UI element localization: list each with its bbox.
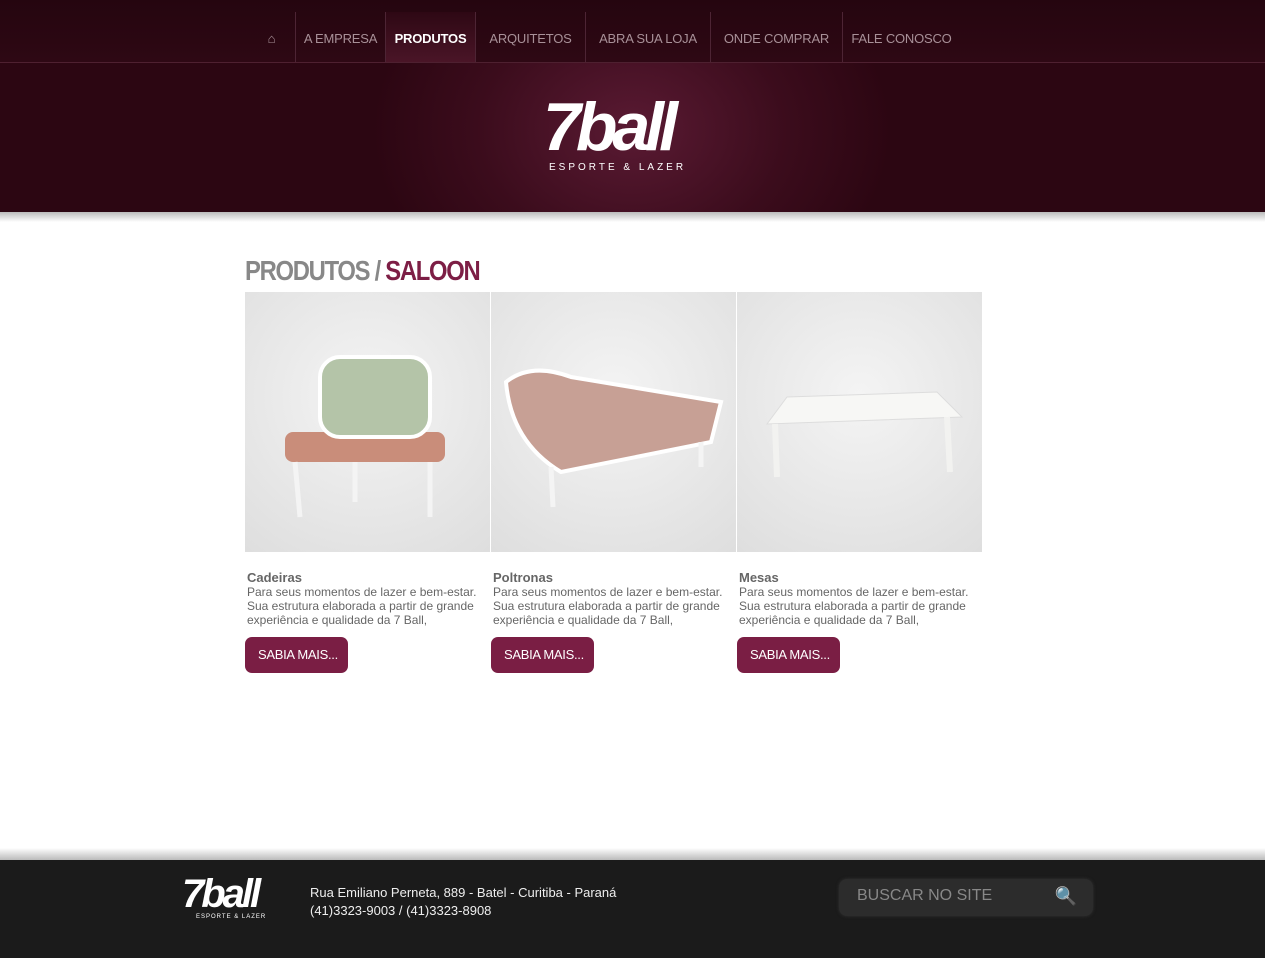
search-input[interactable] bbox=[857, 887, 1047, 905]
product-desc: Para seus momentos de lazer e bem-estar.… bbox=[247, 585, 477, 627]
title-sub: SALOON bbox=[385, 255, 480, 286]
logo[interactable]: 7ball ESPORTE & LAZER bbox=[543, 92, 723, 182]
nav-fale-conosco[interactable]: FALE CONOSCO bbox=[842, 12, 960, 62]
logo-subtitle: ESPORTE & LAZER bbox=[549, 162, 687, 173]
product-image-chair[interactable] bbox=[245, 292, 490, 552]
footer-logo-text: 7ball bbox=[182, 872, 261, 916]
phones: (41)3323-9003 / (41)3323-8908 bbox=[310, 903, 492, 918]
sabia-mais-button[interactable]: SABIA MAIS... bbox=[737, 637, 840, 673]
footer-logo-subtitle: ESPORTE & LAZER bbox=[196, 914, 267, 920]
nav-a-empresa[interactable]: A EMPRESA bbox=[295, 12, 385, 62]
nav-onde-comprar[interactable]: ONDE COMPRAR bbox=[710, 12, 842, 62]
product-card: Mesas Para seus momentos de lazer e bem-… bbox=[737, 292, 982, 673]
nav-home-icon[interactable]: ⌂ bbox=[248, 12, 295, 62]
product-name: Cadeiras bbox=[247, 570, 302, 585]
divider bbox=[0, 212, 1265, 222]
nav-produtos[interactable]: PRODUTOS bbox=[385, 12, 475, 62]
product-name: Mesas bbox=[739, 570, 779, 585]
title-main: PRODUTOS / bbox=[245, 255, 381, 286]
nav-arquitetos[interactable]: ARQUITETOS bbox=[475, 12, 585, 62]
footer-contact: Rua Emiliano Perneta, 889 - Batel - Curi… bbox=[310, 884, 616, 920]
search-box: 🔍 bbox=[839, 879, 1093, 916]
sabia-mais-button[interactable]: SABIA MAIS... bbox=[491, 637, 594, 673]
footer-divider bbox=[0, 848, 1265, 860]
product-image-armchair[interactable] bbox=[491, 292, 736, 552]
footer-logo[interactable]: 7ball ESPORTE & LAZER bbox=[182, 874, 266, 920]
main-nav: ⌂ A EMPRESA PRODUTOS ARQUITETOS ABRA SUA… bbox=[0, 0, 1265, 63]
search-icon[interactable]: 🔍 bbox=[1055, 886, 1077, 907]
product-desc: Para seus momentos de lazer e bem-estar.… bbox=[739, 585, 969, 627]
product-image-table[interactable] bbox=[737, 292, 982, 552]
nav-abra-sua-loja[interactable]: ABRA SUA LOJA bbox=[585, 12, 710, 62]
product-card: Poltronas Para seus momentos de lazer e … bbox=[491, 292, 736, 673]
page-title: PRODUTOS / SALOON bbox=[245, 255, 481, 287]
product-card: Cadeiras Para seus momentos de lazer e b… bbox=[245, 292, 490, 673]
logo-text: 7ball bbox=[543, 89, 678, 165]
sabia-mais-button[interactable]: SABIA MAIS... bbox=[245, 637, 348, 673]
product-desc: Para seus momentos de lazer e bem-estar.… bbox=[493, 585, 723, 627]
product-name: Poltronas bbox=[493, 570, 553, 585]
header: ⌂ A EMPRESA PRODUTOS ARQUITETOS ABRA SUA… bbox=[0, 0, 1265, 212]
address: Rua Emiliano Perneta, 889 - Batel - Curi… bbox=[310, 885, 617, 900]
